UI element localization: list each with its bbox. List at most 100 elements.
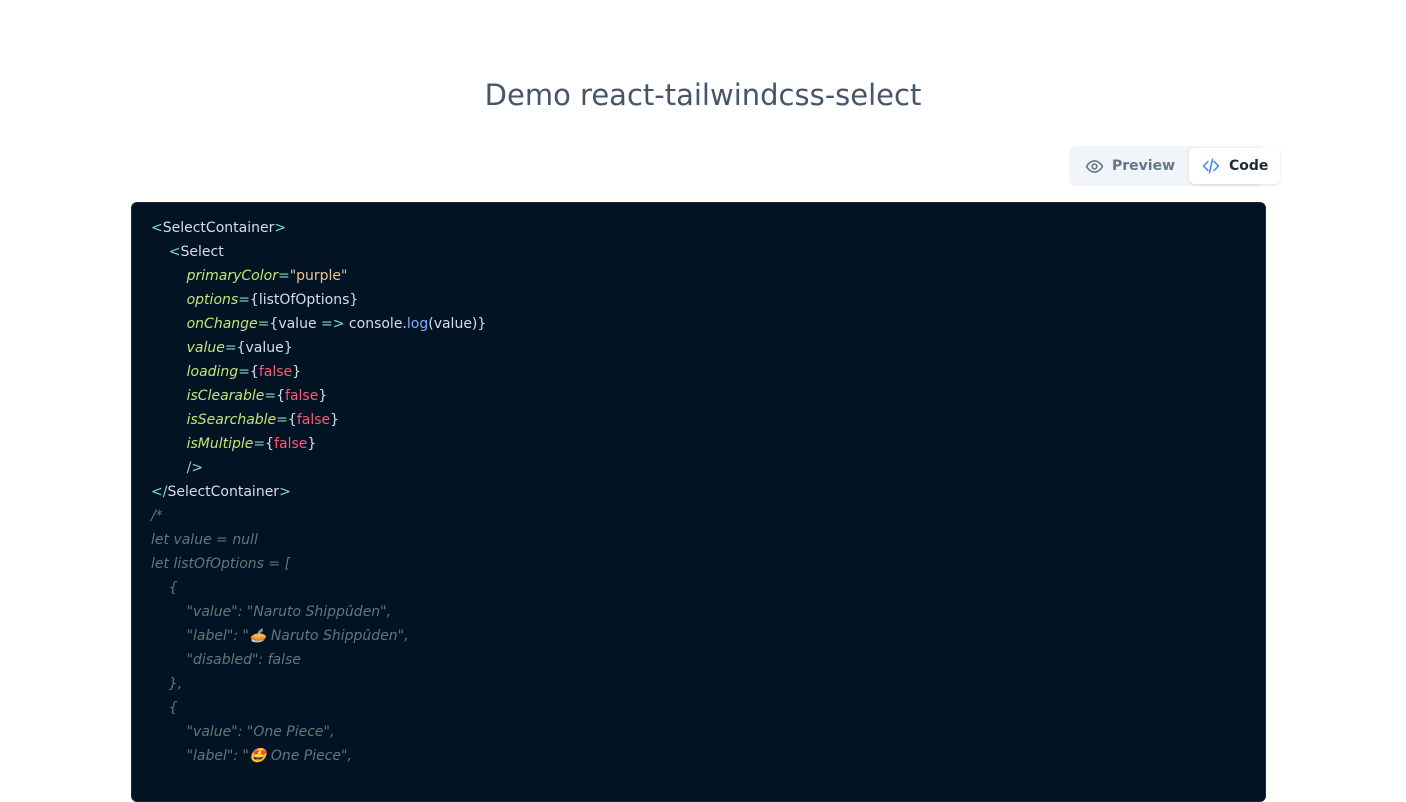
code-token: "disabled": false	[151, 652, 301, 668]
code-token: =	[277, 268, 290, 284]
view-toggle: Preview Code	[1069, 146, 1281, 186]
code-token: =	[224, 340, 237, 356]
code-token: value	[245, 340, 284, 356]
code-line: "disabled": false	[151, 648, 1265, 672]
code-token: }	[307, 436, 317, 452]
code-token: SelectContainer	[167, 484, 280, 500]
eye-icon	[1085, 157, 1104, 176]
code-token: console.	[344, 316, 407, 332]
code-token: let listOfOptions = [	[151, 556, 291, 572]
code-token: onChange	[186, 316, 258, 332]
code-line: <SelectContainer>	[151, 216, 1265, 240]
code-icon	[1201, 157, 1221, 175]
code-token: =>	[321, 316, 345, 332]
code-line: let listOfOptions = [	[151, 552, 1265, 576]
code-token: false	[274, 436, 308, 452]
code-token: false	[285, 388, 319, 404]
code-token: {	[236, 340, 246, 356]
code-line: <Select	[151, 240, 1265, 264]
code-line: loading={false}	[151, 360, 1265, 384]
code-token: isClearable	[186, 388, 265, 404]
tab-code[interactable]: Code	[1189, 148, 1281, 184]
code-line: />	[151, 456, 1265, 480]
code-token: =	[257, 316, 270, 332]
code-token: value	[186, 340, 225, 356]
code-token: listOfOptions	[258, 292, 350, 308]
code-line: isMultiple={false}	[151, 432, 1265, 456]
code-token: }	[318, 388, 328, 404]
code-line: options={listOfOptions}	[151, 288, 1265, 312]
code-token: let value = null	[151, 532, 258, 548]
code-line: /*	[151, 504, 1265, 528]
code-token: =	[238, 292, 250, 308]
code-line: </SelectContainer>	[151, 480, 1265, 504]
code-token: <	[151, 220, 163, 236]
code-line: onChange={value => console.log(value)}	[151, 312, 1265, 336]
code-token: {	[265, 436, 275, 452]
tab-preview-label: Preview	[1112, 158, 1176, 174]
code-token: }	[349, 292, 359, 308]
code-token: {	[269, 316, 279, 332]
code-token: isSearchable	[186, 412, 277, 428]
code-token: },	[151, 676, 183, 692]
code-token: }	[292, 364, 302, 380]
code-line: },	[151, 672, 1265, 696]
page-title: Demo react-tailwindcss-select	[484, 78, 922, 112]
code-token: =	[253, 436, 266, 452]
code-token: "purple"	[289, 268, 348, 284]
tab-code-label: Code	[1229, 158, 1269, 174]
code-line: {	[151, 576, 1265, 600]
code-token: {	[287, 412, 297, 428]
code-token: false	[258, 364, 293, 380]
code-token: Select	[180, 244, 224, 260]
code-token: =	[276, 412, 288, 428]
code-token: }	[330, 412, 340, 428]
code-token: "label": "🤩 One Piece",	[151, 748, 352, 764]
code-token: >	[274, 220, 287, 236]
code-token: false	[296, 412, 331, 428]
code-token: isMultiple	[186, 436, 254, 452]
code-line: "value": "Naruto Shippûden",	[151, 600, 1265, 624]
code-block[interactable]: <SelectContainer> <Select primaryColor="…	[131, 202, 1266, 802]
code-line: "label": "🤩 One Piece",	[151, 744, 1265, 768]
code-token: value	[278, 316, 322, 332]
code-token: log	[406, 316, 429, 332]
code-token: {	[249, 292, 259, 308]
code-line: isSearchable={false}	[151, 408, 1265, 432]
code-line: primaryColor="purple"	[151, 264, 1265, 288]
code-token: SelectContainer	[162, 220, 275, 236]
code-line: "label": "🥧 Naruto Shippûden",	[151, 624, 1265, 648]
code-token: {	[249, 364, 259, 380]
code-token: (value)}	[428, 316, 487, 332]
code-token: "value": "One Piece",	[151, 724, 335, 740]
code-line: "value": "One Piece",	[151, 720, 1265, 744]
code-token: />	[151, 460, 204, 476]
code-token: </	[151, 484, 168, 500]
tab-preview[interactable]: Preview	[1071, 148, 1187, 184]
code-token: /*	[151, 508, 163, 524]
code-token: >	[279, 484, 291, 500]
code-lines: <SelectContainer> <Select primaryColor="…	[151, 216, 1265, 768]
code-token: loading	[186, 364, 239, 380]
code-token: options	[186, 292, 239, 308]
code-token: {	[151, 580, 178, 596]
code-line: value={value}	[151, 336, 1265, 360]
code-line: isClearable={false}	[151, 384, 1265, 408]
code-token: {	[151, 700, 178, 716]
code-token: <	[151, 244, 181, 260]
code-token: =	[264, 388, 277, 404]
code-token: =	[238, 364, 250, 380]
code-token: }	[283, 340, 293, 356]
code-token: {	[276, 388, 286, 404]
code-token: primaryColor	[186, 268, 278, 284]
code-line: let value = null	[151, 528, 1265, 552]
code-token: "label": "🥧 Naruto Shippûden",	[151, 628, 409, 644]
